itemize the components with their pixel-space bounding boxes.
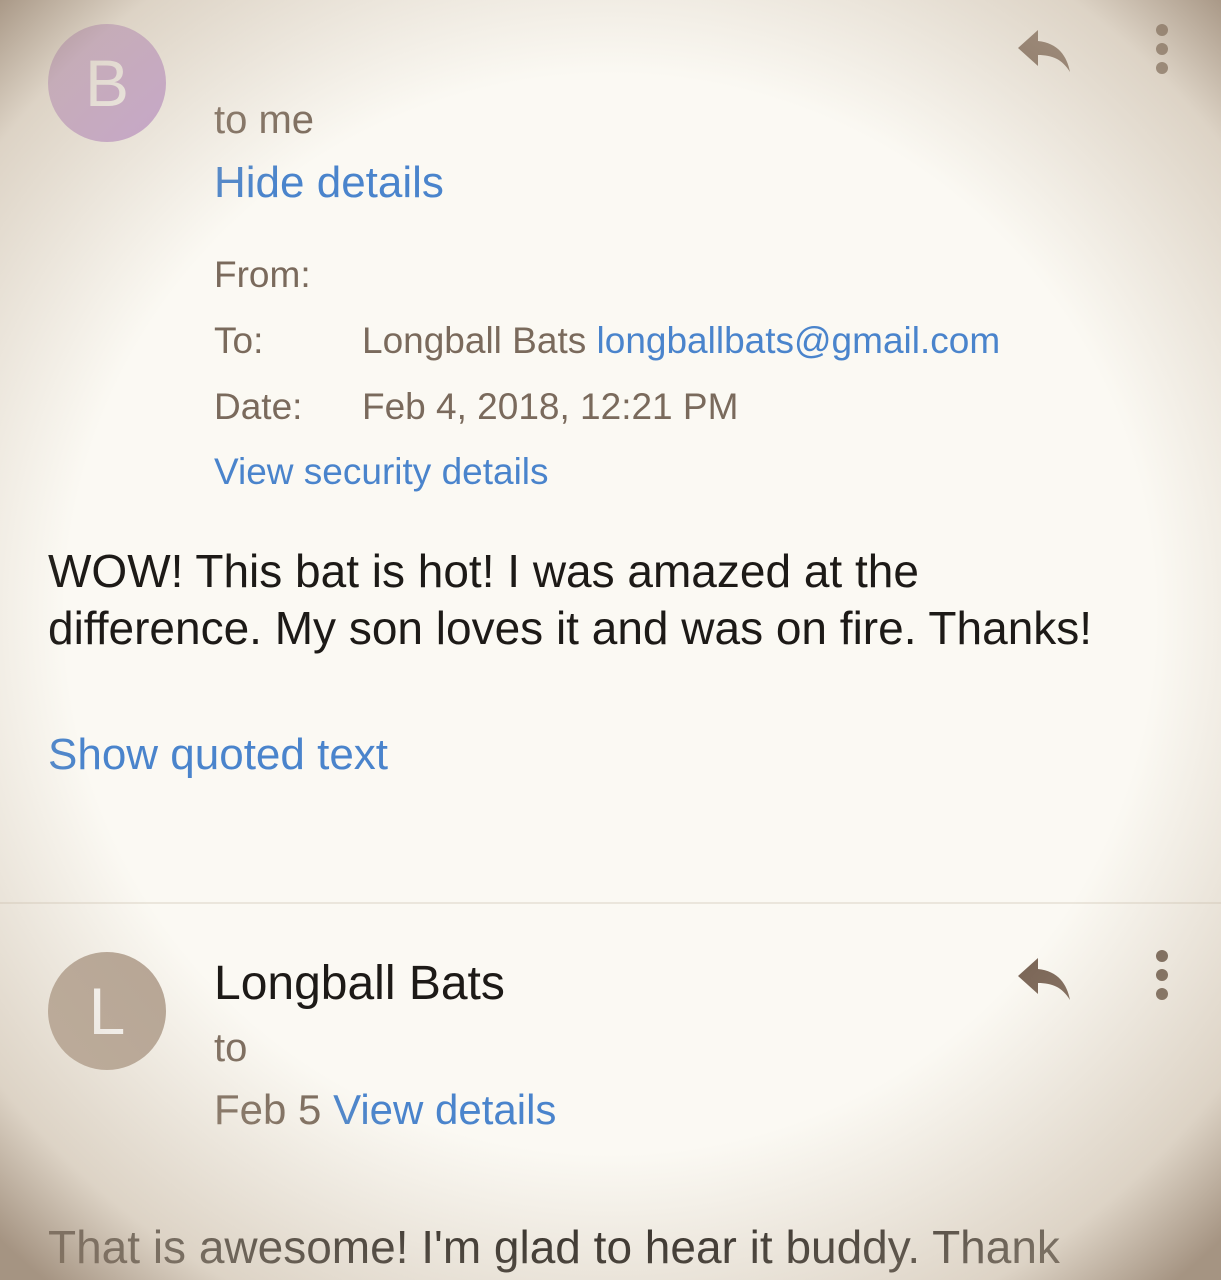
more-options-icon[interactable] (1150, 950, 1174, 1002)
date-and-details: Feb 5 View details (214, 1086, 556, 1134)
show-quoted-text-link[interactable]: Show quoted text (48, 730, 388, 780)
to-label: To: (214, 320, 264, 361)
view-security-details-link[interactable]: View security details (214, 451, 549, 493)
more-options-icon[interactable] (1150, 24, 1174, 76)
sender-avatar-b[interactable]: B (48, 24, 166, 142)
to-name: Longball Bats (362, 320, 587, 361)
avatar-letter: L (88, 974, 126, 1048)
reply-icon[interactable] (1016, 26, 1072, 74)
date-value: Feb 4, 2018, 12:21 PM (362, 386, 739, 427)
avatar-letter: B (84, 46, 130, 120)
message-body-line: difference. My son loves it and was on f… (48, 602, 1093, 654)
reply-icon[interactable] (1016, 954, 1072, 1002)
message-body-line: WOW! This bat is hot! I was amazed at th… (48, 545, 919, 597)
hide-details-link[interactable]: Hide details (214, 158, 444, 208)
sender-name[interactable]: Longball Bats (214, 956, 505, 1011)
sender-avatar-l[interactable]: L (48, 952, 166, 1070)
message-body-line: That is awesome! I'm glad to hear it bud… (48, 1221, 1060, 1273)
recipient-to-me: to me (214, 98, 315, 142)
date-label: Date: (214, 386, 303, 427)
to-email-link[interactable]: longballbats@gmail.com (597, 320, 1001, 361)
view-details-link[interactable]: View details (333, 1086, 556, 1133)
message-date: Feb 5 (214, 1086, 322, 1133)
from-label: From: (214, 254, 311, 295)
recipient-to: to (214, 1026, 248, 1070)
to-value: Longball Bats longballbats@gmail.com (362, 320, 1000, 362)
message-divider (0, 902, 1221, 904)
